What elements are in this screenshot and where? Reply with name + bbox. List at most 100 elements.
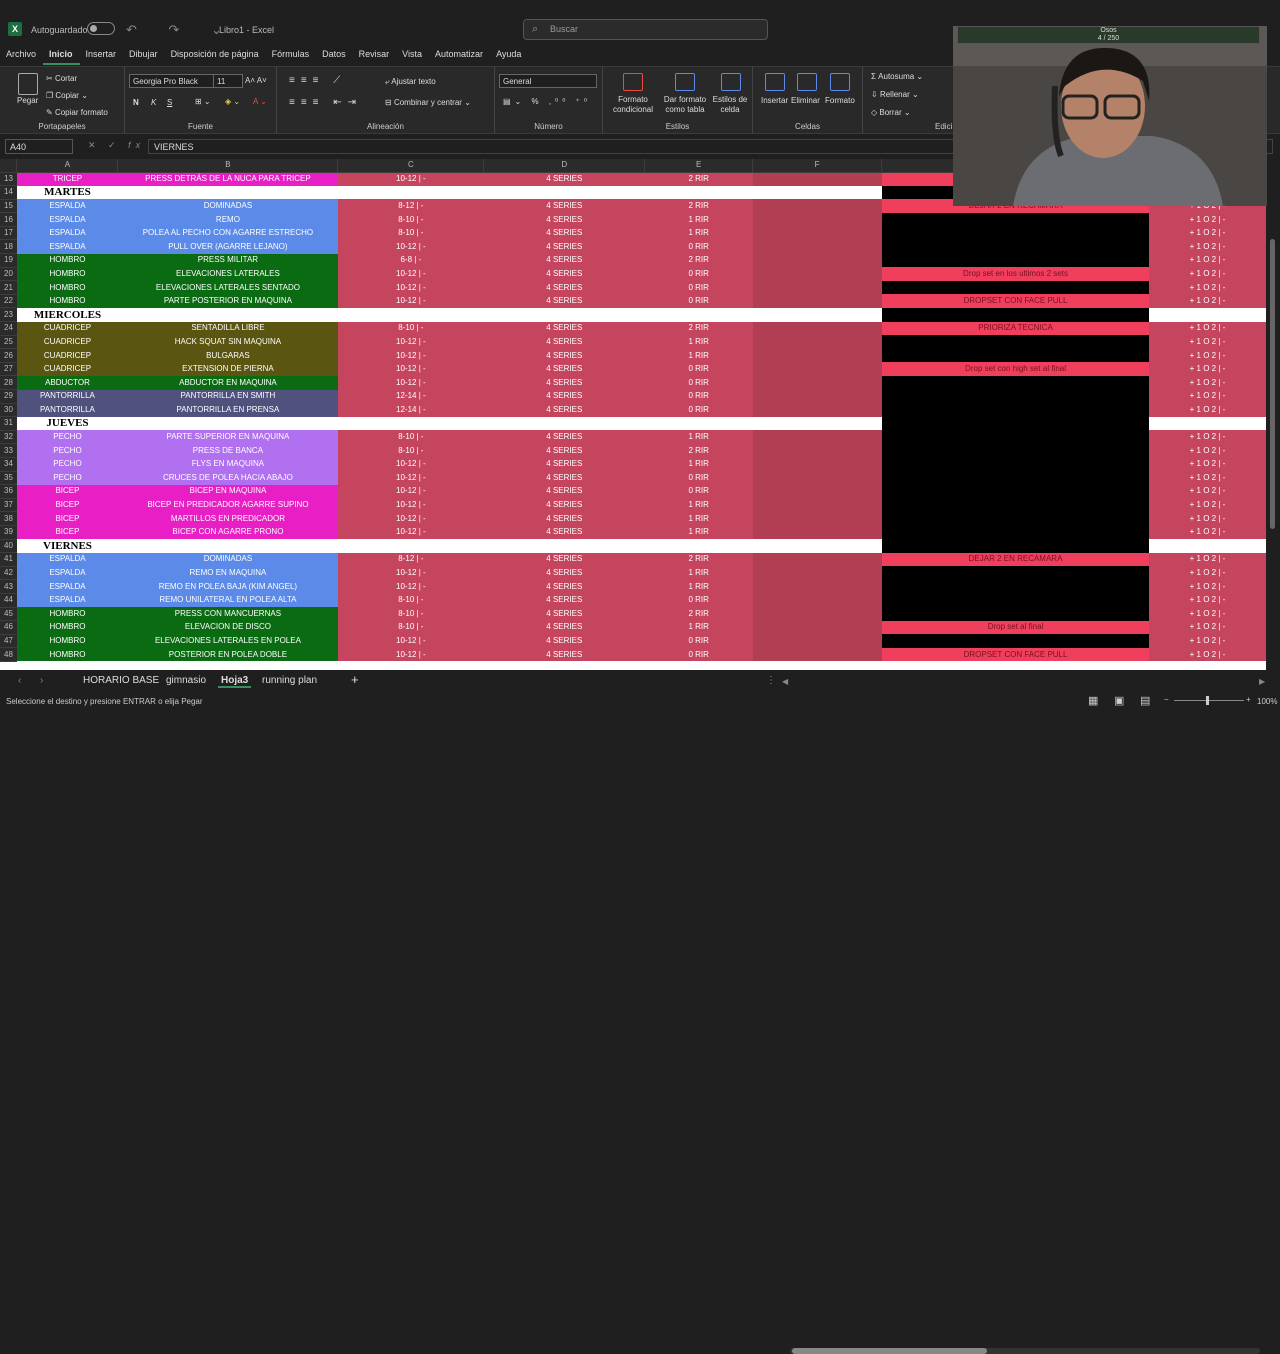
fill-button[interactable]: ⇩ Rellenar ⌄	[871, 90, 919, 99]
series-cell[interactable]: 4 SERIES	[483, 647, 645, 662]
note-cell[interactable]: Drop set al final	[881, 620, 1150, 635]
rir-cell[interactable]: 1 RIR	[644, 348, 753, 363]
note-cell[interactable]: DEJAR 2 EN RECAMARA	[881, 552, 1150, 567]
menu-dibujar[interactable]: Dibujar	[123, 46, 165, 65]
rir-cell[interactable]: 2 RIR	[644, 321, 753, 336]
series-cell[interactable]: 4 SERIES	[483, 375, 645, 390]
reps-cell[interactable]: 10-12 | -	[337, 471, 484, 485]
tab-next-icon[interactable]: ›	[40, 675, 43, 686]
vertical-scroll-thumb[interactable]	[1270, 239, 1275, 529]
cell-f[interactable]	[752, 403, 882, 417]
series-cell[interactable]: 4 SERIES	[483, 634, 645, 648]
menu-insertar[interactable]: Insertar	[80, 46, 124, 65]
reps-cell[interactable]: 10-12 | -	[337, 579, 484, 594]
reps-cell[interactable]: 10-12 | -	[337, 172, 484, 186]
cell-c[interactable]	[337, 416, 484, 431]
rir-cell[interactable]: 1 RIR	[644, 579, 753, 594]
row-header[interactable]: 26	[0, 348, 17, 363]
cell-d[interactable]	[483, 539, 645, 553]
progression-cell[interactable]: + 1 O 2 | -	[1149, 212, 1266, 227]
cell-f[interactable]	[752, 607, 882, 621]
rir-cell[interactable]: 0 RIR	[644, 280, 753, 295]
exercise-cell[interactable]: PANTORRILLA EN PRENSA	[117, 403, 338, 417]
rir-cell[interactable]: 0 RIR	[644, 294, 753, 308]
exercise-cell[interactable]: PRESS CON MANCUERNAS	[117, 607, 338, 621]
exercise-cell[interactable]: PULL OVER (AGARRE LEJANO)	[117, 239, 338, 254]
note-cell[interactable]	[881, 579, 1150, 594]
rir-cell[interactable]: 0 RIR	[644, 647, 753, 662]
row-header[interactable]: 16	[0, 212, 17, 227]
progression-cell[interactable]: + 1 O 2 | -	[1149, 607, 1266, 621]
cell-f[interactable]	[752, 430, 882, 444]
note-cell[interactable]	[881, 566, 1150, 580]
row-header[interactable]: 36	[0, 484, 17, 499]
muscle-cell[interactable]: PECHO	[16, 443, 118, 458]
reps-cell[interactable]: 10-12 | -	[337, 362, 484, 376]
select-all[interactable]	[0, 159, 18, 173]
series-cell[interactable]: 4 SERIES	[483, 172, 645, 186]
font-grow-shrink-icons[interactable]: A˄ A˅	[245, 76, 267, 85]
progression-cell[interactable]: + 1 O 2 | -	[1149, 484, 1266, 499]
cell-b[interactable]	[117, 416, 338, 431]
muscle-cell[interactable]: ESPALDA	[16, 199, 118, 213]
row-header[interactable]: 28	[0, 375, 17, 390]
cell-f[interactable]	[752, 484, 882, 499]
cell-f[interactable]	[752, 620, 882, 635]
progression-cell[interactable]: + 1 O 2 | -	[1149, 362, 1266, 376]
tab-prev-icon[interactable]: ‹	[18, 675, 21, 686]
progression-cell[interactable]: + 1 O 2 | -	[1149, 335, 1266, 349]
note-cell[interactable]	[881, 443, 1150, 458]
rir-cell[interactable]: 0 RIR	[644, 403, 753, 417]
cell-f[interactable]	[752, 511, 882, 526]
series-cell[interactable]: 4 SERIES	[483, 430, 645, 444]
muscle-cell[interactable]: HOMBRO	[16, 620, 118, 635]
page-layout-icon[interactable]: ▣	[1114, 694, 1124, 707]
progression-cell[interactable]: + 1 O 2 | -	[1149, 498, 1266, 512]
exercise-cell[interactable]: BICEP CON AGARRE PRONO	[117, 525, 338, 540]
progression-cell[interactable]: + 1 O 2 | -	[1149, 647, 1266, 662]
cell-d[interactable]	[483, 307, 645, 322]
note-cell[interactable]: Drop set en los ultimos 2 sets	[881, 267, 1150, 281]
muscle-cell[interactable]: PECHO	[16, 457, 118, 472]
series-cell[interactable]: 4 SERIES	[483, 484, 645, 499]
progression-cell[interactable]: + 1 O 2 | -	[1149, 239, 1266, 254]
series-cell[interactable]: 4 SERIES	[483, 280, 645, 295]
muscle-cell[interactable]: PANTORRILLA	[16, 389, 118, 404]
series-cell[interactable]: 4 SERIES	[483, 620, 645, 635]
cell-f[interactable]	[752, 212, 882, 227]
format-table-button[interactable]: Dar formato como tabla	[661, 95, 709, 115]
rir-cell[interactable]: 1 RIR	[644, 525, 753, 540]
cell-f[interactable]	[752, 389, 882, 404]
rir-cell[interactable]: 1 RIR	[644, 226, 753, 240]
reps-cell[interactable]: 8-12 | -	[337, 552, 484, 567]
reps-cell[interactable]: 10-12 | -	[337, 511, 484, 526]
rir-cell[interactable]: 2 RIR	[644, 253, 753, 268]
series-cell[interactable]: 4 SERIES	[483, 212, 645, 227]
menu-inicio[interactable]: Inicio	[43, 46, 80, 65]
fill-color-icon[interactable]: ◈ ⌄	[225, 97, 240, 106]
borders-icon[interactable]: ⊞ ⌄	[195, 97, 211, 106]
progression-cell[interactable]: + 1 O 2 | -	[1149, 403, 1266, 417]
progression-cell[interactable]: + 1 O 2 | -	[1149, 348, 1266, 363]
progression-cell[interactable]: + 1 O 2 | -	[1149, 552, 1266, 567]
row-header[interactable]: 45	[0, 607, 17, 622]
exercise-cell[interactable]: ELEVACION DE DISCO	[117, 620, 338, 635]
muscle-cell[interactable]: CUADRICEP	[16, 335, 118, 349]
cell-h[interactable]	[1149, 307, 1266, 322]
normal-view-icon[interactable]: ▦	[1088, 694, 1098, 707]
row-header[interactable]: 38	[0, 511, 17, 526]
cell-f[interactable]	[752, 552, 882, 567]
progression-cell[interactable]: + 1 O 2 | -	[1149, 525, 1266, 540]
progression-cell[interactable]: + 1 O 2 | -	[1149, 226, 1266, 240]
cell-f[interactable]	[752, 498, 882, 512]
conditional-format-button[interactable]: Formato condicional	[611, 95, 655, 115]
series-cell[interactable]: 4 SERIES	[483, 498, 645, 512]
number-format-icons[interactable]: ▤⌄ % ,⁰⁰ ⁺⁰	[503, 97, 591, 106]
rir-cell[interactable]: 0 RIR	[644, 239, 753, 254]
muscle-cell[interactable]: ABDUCTOR	[16, 375, 118, 390]
font-name-select[interactable]: Georgia Pro Black	[129, 74, 215, 88]
row-header[interactable]: 17	[0, 226, 17, 241]
exercise-cell[interactable]: PANTORRILLA EN SMITH	[117, 389, 338, 404]
muscle-cell[interactable]: CUADRICEP	[16, 362, 118, 376]
progression-cell[interactable]: + 1 O 2 | -	[1149, 634, 1266, 648]
